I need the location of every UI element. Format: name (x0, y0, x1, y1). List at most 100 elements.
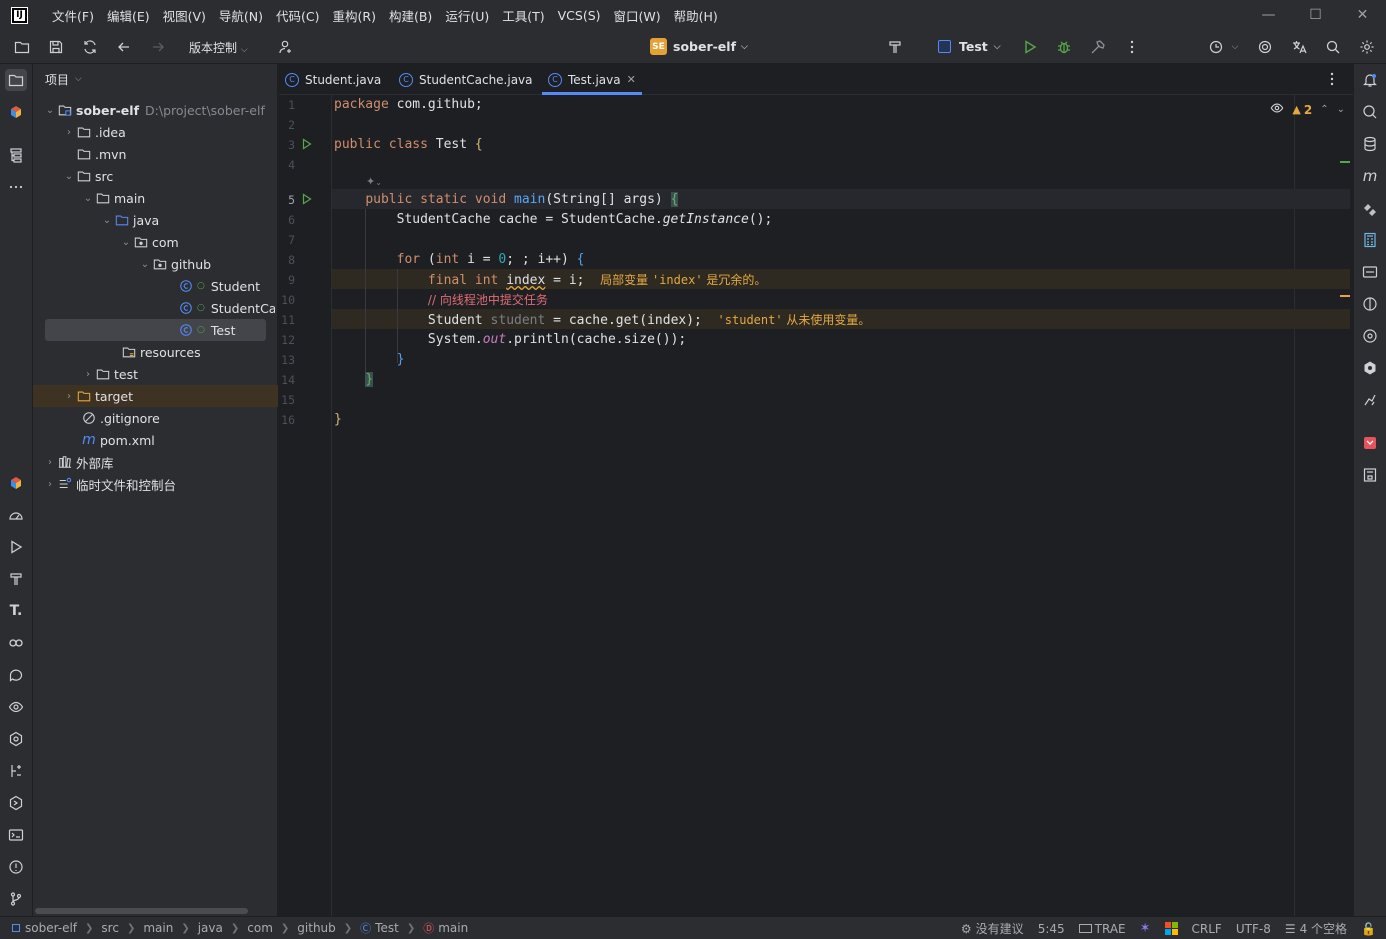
tree-node-external-libraries[interactable]: › 外部库 (33, 451, 278, 473)
endpoints-icon[interactable] (1359, 261, 1381, 283)
tree-node-mvn[interactable]: .mvn (33, 143, 278, 165)
plugin-colorful-icon[interactable] (5, 101, 27, 123)
chat-icon[interactable] (5, 664, 27, 686)
tree-node-test-class[interactable]: ○ Test (45, 319, 266, 341)
trae-status[interactable]: TRAE (1078, 922, 1126, 936)
maximize-button[interactable]: ☐ (1292, 0, 1339, 30)
menu-run[interactable]: 运行(U) (440, 6, 497, 25)
translate-icon[interactable] (1289, 37, 1309, 57)
menu-edit[interactable]: 编辑(E) (102, 6, 158, 25)
ai-chat-icon[interactable] (1359, 101, 1381, 123)
breadcrumb-item[interactable]: Test (375, 921, 399, 935)
run-class-gutter-icon[interactable] (301, 138, 313, 150)
terminal-icon[interactable] (5, 824, 27, 846)
vcs-menu-button[interactable]: 版本控制 ⌵ (189, 39, 248, 56)
project-tool-icon[interactable] (5, 69, 27, 91)
encoding-selector[interactable]: UTF-8 (1236, 922, 1271, 936)
intellij-logo-icon[interactable]: IJ (11, 6, 28, 24)
tree-node-main[interactable]: ⌄ main (33, 187, 278, 209)
menu-window[interactable]: 窗口(W) (609, 6, 669, 25)
run-tool-icon[interactable] (5, 536, 27, 558)
build-icon[interactable] (1088, 37, 1108, 57)
tree-node-root[interactable]: ⌄ sober-elf D:\project\sober-elf (33, 99, 278, 121)
services-icon[interactable] (5, 632, 27, 654)
database-icon[interactable] (1359, 133, 1381, 155)
project-panel-header[interactable]: 项目 ⌵ (33, 64, 277, 94)
breadcrumb-item[interactable]: sober-elf (25, 921, 77, 935)
open-folder-icon[interactable] (12, 37, 32, 57)
build-hammer-tool-icon[interactable] (885, 37, 905, 57)
tab-options-icon[interactable] (1322, 69, 1342, 89)
chevron-down-icon[interactable]: ⌄ (62, 171, 76, 182)
menu-help[interactable]: 帮助(H) (669, 6, 726, 25)
tree-node-test-folder[interactable]: › test (33, 363, 278, 385)
save-icon[interactable] (46, 37, 66, 57)
forward-arrow-icon[interactable] (148, 37, 168, 57)
windows-logo-icon[interactable] (1164, 922, 1178, 935)
settings-gear-icon[interactable] (1357, 37, 1377, 57)
breadcrumb-item[interactable]: java (198, 921, 223, 935)
plugins-gear-icon[interactable] (5, 728, 27, 750)
chevron-right-icon[interactable]: › (81, 369, 95, 380)
search-icon[interactable] (1323, 37, 1343, 57)
add-user-icon[interactable] (276, 37, 296, 57)
run-main-gutter-icon[interactable] (301, 193, 313, 205)
more-tools-icon[interactable] (5, 176, 27, 198)
menu-vcs[interactable]: VCS(S) (553, 8, 609, 23)
diff-icon[interactable] (5, 760, 27, 782)
ai-suggestions-status[interactable]: ⚙ 没有建议 (961, 920, 1024, 937)
close-tab-icon[interactable]: ✕ (627, 73, 636, 86)
tree-node-com[interactable]: ⌄ com (33, 231, 278, 253)
gradle-plugin-icon[interactable] (1359, 197, 1381, 219)
menu-file[interactable]: 文件(F) (47, 6, 102, 25)
code-with-me-icon[interactable] (1206, 37, 1226, 57)
tree-node-studentcache[interactable]: ○ StudentCache (33, 297, 278, 319)
breadcrumb-item[interactable]: main (143, 921, 173, 935)
plugin-star-icon[interactable]: ✶ (1140, 921, 1151, 936)
bookmark-red-icon[interactable] (1359, 432, 1381, 454)
tab-student-java[interactable]: C Student.java (285, 64, 381, 95)
inline-warning[interactable]: 局部变量 'index' 是冗余的。 (600, 273, 766, 287)
breadcrumb-item[interactable]: com (247, 921, 273, 935)
menu-tools[interactable]: 工具(T) (497, 6, 552, 25)
chevron-right-icon[interactable]: › (62, 127, 76, 138)
inline-warning[interactable]: 'student' 从未使用变量。 (718, 313, 871, 327)
tree-node-src[interactable]: ⌄ src (33, 165, 278, 187)
more-actions-icon[interactable] (1122, 37, 1142, 57)
chevron-right-icon[interactable]: › (43, 479, 57, 490)
tree-node-target[interactable]: › target (33, 385, 278, 407)
indent-selector[interactable]: ☰ 4 个空格 (1285, 920, 1347, 937)
tab-test-java[interactable]: C Test.java ✕ (542, 64, 642, 95)
breadcrumb-item[interactable]: src (101, 921, 119, 935)
menu-build[interactable]: 构建(B) (384, 6, 440, 25)
chevron-down-icon[interactable]: ⌄ (81, 193, 95, 204)
git-branch-icon[interactable] (5, 888, 27, 910)
tree-node-java[interactable]: ⌄ java (33, 209, 278, 231)
menu-code[interactable]: 代码(C) (271, 6, 327, 25)
profiler-icon[interactable] (5, 504, 27, 526)
tree-node-idea[interactable]: › .idea (33, 121, 278, 143)
horizontal-scrollbar[interactable] (35, 908, 248, 914)
tree-node-gitignore[interactable]: .gitignore (33, 407, 278, 429)
todo-icon[interactable]: T. (5, 600, 27, 622)
debug-icon[interactable] (1054, 37, 1074, 57)
calculator-icon[interactable] (1359, 229, 1381, 251)
chevron-down-icon[interactable]: ⌄ (119, 237, 133, 248)
tree-node-github[interactable]: ⌄ github (33, 253, 278, 275)
chevron-down-icon[interactable]: ⌵ (1228, 37, 1242, 57)
chevron-down-icon[interactable]: ⌄ (100, 215, 114, 226)
chevron-down-icon[interactable]: ⌄ (138, 259, 152, 270)
close-window-button[interactable]: ✕ (1339, 0, 1386, 30)
tree-node-pom[interactable]: m pom.xml (33, 429, 278, 451)
menu-navigate[interactable]: 导航(N) (214, 6, 271, 25)
archive-icon[interactable] (1359, 464, 1381, 486)
eye-icon[interactable] (5, 696, 27, 718)
run-config-selector[interactable]: Test ⌵ (938, 39, 1001, 54)
lock-icon[interactable]: 🔓 (1361, 922, 1376, 936)
tree-node-scratches[interactable]: › 临时文件和控制台 (33, 473, 278, 495)
spring-icon[interactable] (1359, 293, 1381, 315)
chevron-down-icon[interactable]: ⌄ (43, 105, 57, 116)
structure-icon[interactable] (5, 144, 27, 166)
ai-assistant-icon[interactable] (1255, 37, 1275, 57)
tree-node-resources[interactable]: resources (33, 341, 278, 363)
